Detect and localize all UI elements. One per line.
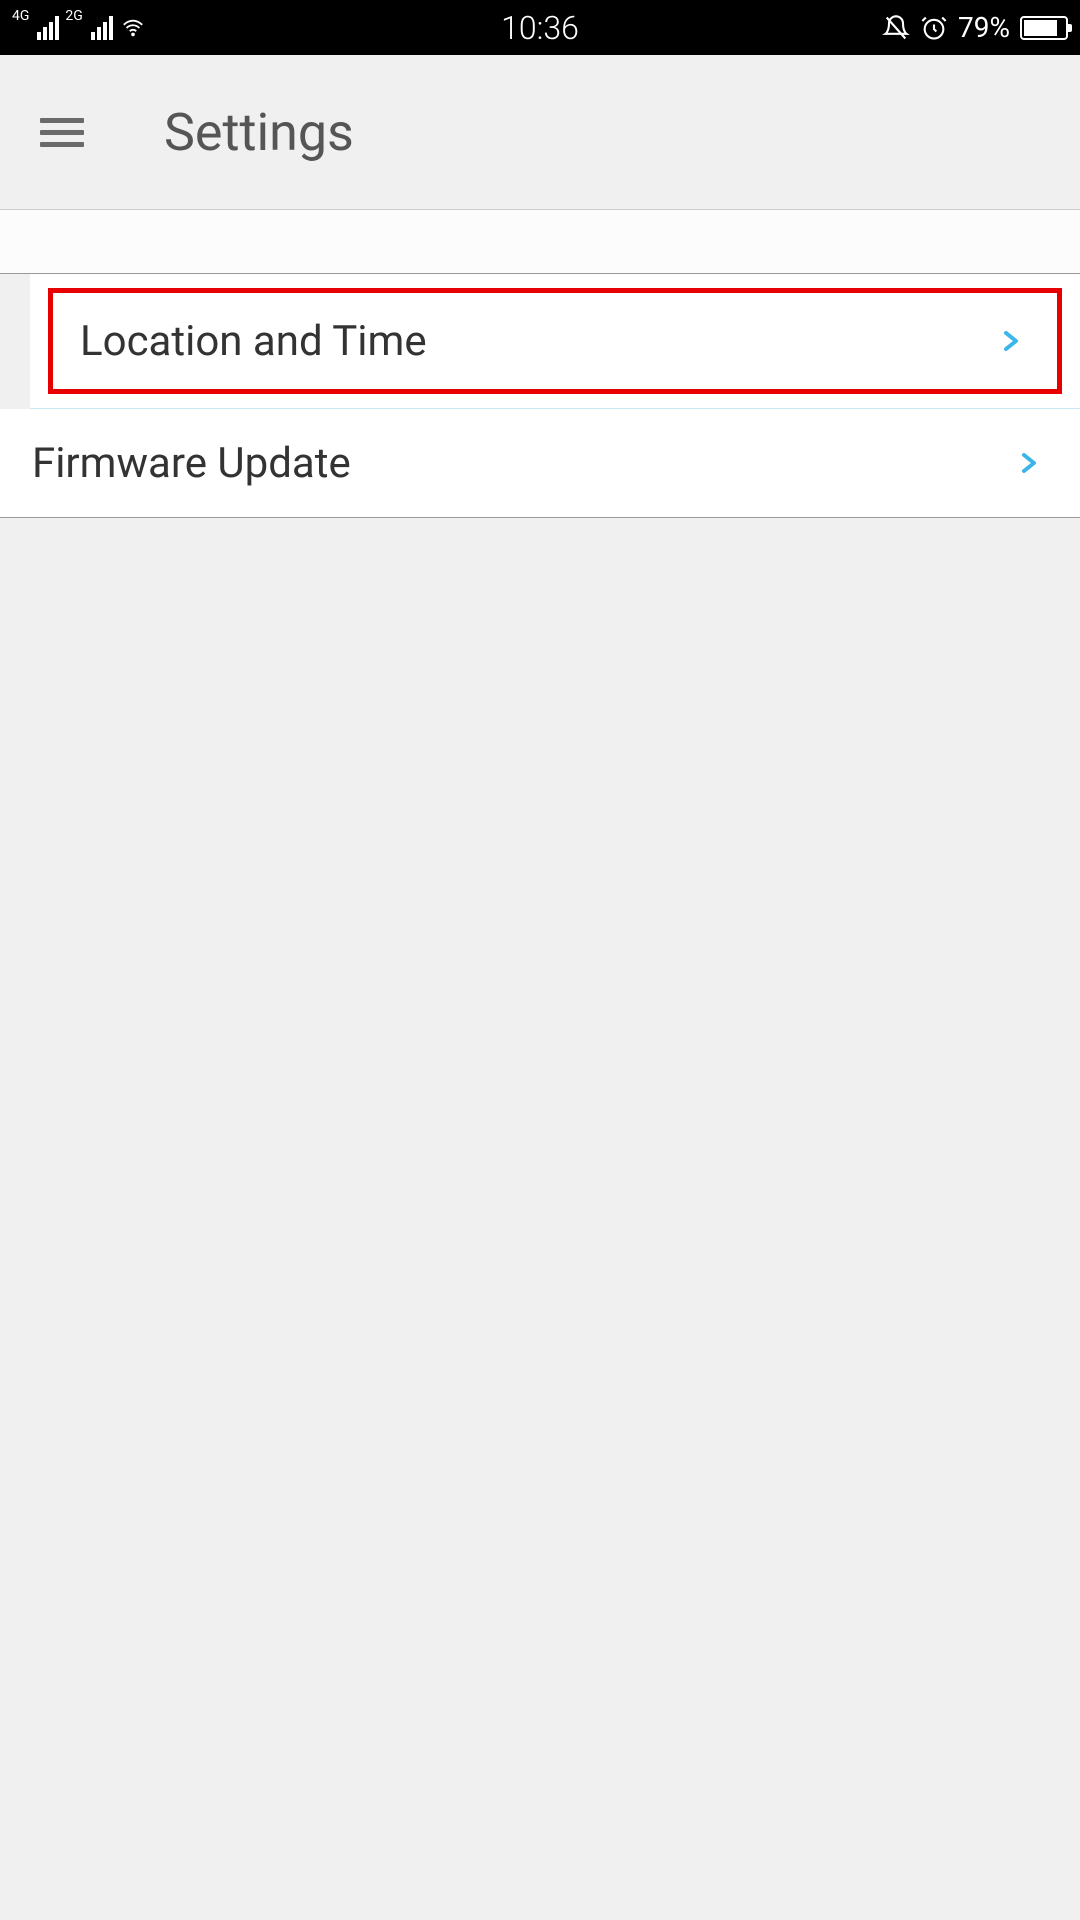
- chevron-right-icon: [1016, 451, 1040, 475]
- page-title: Settings: [164, 102, 354, 163]
- status-bar: 4G 2G 10:36 79%: [0, 0, 1080, 55]
- list-item-label: Firmware Update: [32, 439, 351, 488]
- signal-2g-label: 2G: [65, 8, 82, 24]
- battery-percent: 79%: [958, 11, 1010, 44]
- content-area: Location and Time Firmware Update: [0, 210, 1080, 518]
- status-right: 79%: [882, 11, 1068, 44]
- status-left: 4G 2G: [12, 16, 147, 40]
- list-item-location-and-time[interactable]: Location and Time: [48, 288, 1062, 394]
- alarm-icon: [920, 14, 948, 42]
- hamburger-menu-icon[interactable]: [40, 118, 84, 147]
- battery-icon: [1020, 16, 1068, 40]
- list-item-firmware-update[interactable]: Firmware Update: [0, 409, 1080, 517]
- list-item-wrapper: Firmware Update: [0, 409, 1080, 518]
- signal-bars-icon: [37, 16, 59, 40]
- signal-4g-label: 4G: [12, 8, 29, 24]
- app-header: Settings: [0, 55, 1080, 210]
- signal-bars-icon: [91, 16, 113, 40]
- list-item-label: Location and Time: [80, 317, 427, 366]
- spacer: [0, 210, 1080, 274]
- wifi-icon: [119, 17, 147, 39]
- chevron-right-icon: [998, 329, 1022, 353]
- list-item-wrapper: Location and Time: [30, 274, 1080, 409]
- status-time: 10:36: [501, 9, 579, 47]
- bell-muted-icon: [882, 14, 910, 42]
